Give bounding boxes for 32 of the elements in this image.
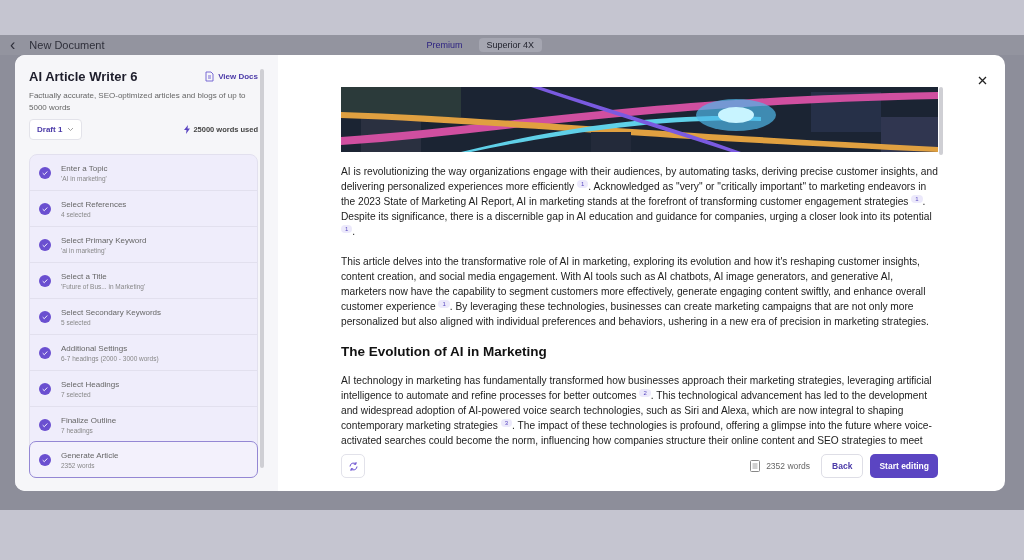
draft-dropdown[interactable]: Draft 1 (29, 119, 83, 140)
step-title: Finalize Outline (61, 415, 117, 425)
step-title: Select a Title (61, 271, 108, 281)
article-heading: The Evolution of AI in Marketing (341, 344, 548, 359)
tab[interactable]: Premium (418, 38, 471, 52)
tab[interactable]: Superior 4X (478, 38, 543, 52)
view-docs-link[interactable]: View Docs (205, 71, 258, 82)
article-paragraph: AI is revolutionizing the way organizations engage with their audiences, by automating tasks, deriving precise customer insights, and delivering personalized experiences more efficiently $^{1}$. Acknowledged as "very" or "critically important" to marketing endeavors in the 2023 State of Marketing AI Report, AI in marketing stands at the forefront of transforming customer engagement strategies $^{1}$. Despite its significance, there is a discernible gap in AI education and guidance for companies, urging a closer look into its potential $^{1}$. (341, 165, 938, 239)
refresh-button[interactable] (341, 454, 365, 478)
step-title: Select Primary Keyword (61, 235, 147, 245)
lightning-icon (184, 125, 191, 134)
document-title: New Document (29, 39, 105, 51)
step-title: Generate Article (61, 450, 119, 460)
description: Factually accurate, SEO-optimized articles and blogs of up to 5000 words (29, 90, 247, 114)
step-title: Select Secondary Keywords (61, 307, 162, 317)
back-button[interactable]: Back (821, 454, 864, 478)
modal-title: AI Article Writer 6 (29, 69, 138, 84)
scrollbar[interactable] (939, 87, 943, 155)
article-paragraph: This article delves into the transformative role of AI in marketing, exploring its evolution and how it's reshaping customer insights, content creation, and social media engagement. With AI tools such as AI chatbots, AI image generators, and generative AI, marketers now have the capability to segment customers more effectively, generate engaging content swiftly, and enhance overall customer experience $^{1}$. By leveraging these technologies, businesses can create marketing campaigns that are not only more personalized but also aligned with individual preferences and behaviors, ushering in a new era of precision in marketing strategies. (341, 255, 930, 329)
step-title: Select References (61, 199, 127, 209)
step-title: Additional Settings (61, 343, 129, 353)
document-icon (205, 71, 215, 82)
start-editing-button[interactable]: Start editing (870, 454, 938, 478)
document-icon (750, 460, 761, 472)
step-title: Enter a Topic (61, 163, 108, 173)
refresh-icon (347, 460, 359, 472)
word-count: 2352 words (766, 461, 811, 471)
scrollbar[interactable] (260, 69, 264, 468)
article-paragraph: AI technology in marketing has fundamentally transformed how businesses approach their marketing strategies, leveraging artificial intelligence to automate and refine processes for better outcomes $^{2}$. This technological advancement has led to the development and widespread adoption of AI-powered voice search technologies, such as Siri and Alexa, which are now integral to shaping contemporary marketing strategies $^{3}$. The impact of these technologies is profound, offering a glimpse into the future where voice-activated searches could become the norm, influencing how companies structure their online content and SEO strategies to meet (341, 374, 933, 448)
chevron-down-icon (67, 127, 75, 132)
back-button[interactable]: ‹ (10, 36, 16, 54)
step-title: Select Headings (61, 379, 120, 389)
